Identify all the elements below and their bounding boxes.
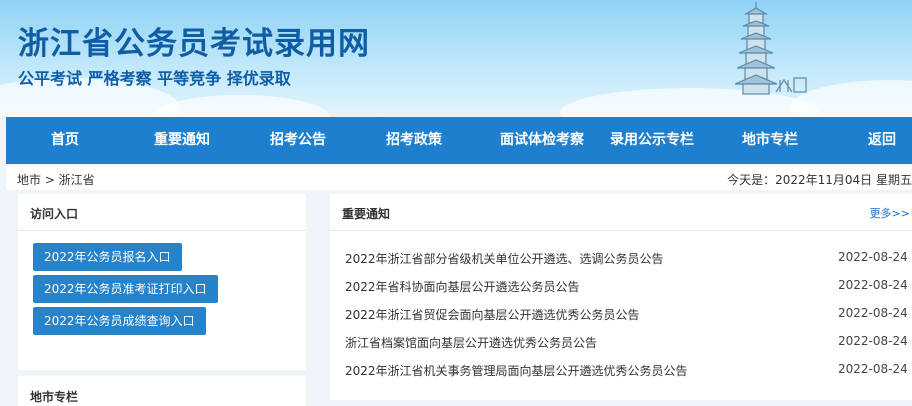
access-panel-title: 访问入口 — [30, 207, 79, 221]
breadcrumb-bar: 地市 > 浙江省 今天是：2022年11月04日 星期五 — [6, 166, 912, 190]
nav-item-interview[interactable]: 面试体检考察 — [472, 117, 612, 164]
notice-link[interactable]: 2022年浙江省贸促会面向基层公开遴选优秀公务员公告 — [345, 306, 640, 323]
site-slogan: 公平考试 严格考察 平等竞争 择优录取 — [18, 69, 291, 88]
site-title: 浙江省公务员考试录用网 — [18, 26, 370, 62]
list-item: 2022年省科协面向基层公开遴选公务员公告 2022-08-24 — [330, 272, 912, 300]
notice-date: 2022-08-24 — [838, 362, 908, 376]
notice-date: 2022-08-24 — [838, 278, 908, 292]
list-item: 浙江省档案馆面向基层公开遴选优秀公务员公告 2022-08-24 — [330, 328, 912, 356]
notice-link[interactable]: 浙江省档案馆面向基层公开遴选优秀公务员公告 — [345, 334, 597, 351]
access-panel: 访问入口 2022年公务员报名入口 2022年公务员准考证打印入口 2022年公… — [18, 194, 306, 370]
header-banner: 浙江省公务员考试录用网 公平考试 严格考察 平等竞争 择优录取 — [0, 0, 912, 117]
list-item: 2022年浙江省贸促会面向基层公开遴选优秀公务员公告 2022-08-24 — [330, 300, 912, 328]
admission-ticket-button[interactable]: 2022年公务员准考证打印入口 — [33, 275, 218, 303]
breadcrumb[interactable]: 地市 > 浙江省 — [17, 171, 95, 188]
nav-item-city[interactable]: 地市专栏 — [718, 117, 822, 164]
more-link[interactable]: 更多>> — [870, 205, 910, 221]
list-item: 2022年浙江省部分省级机关单位公开遴选、选调公务员公告 2022-08-24 — [330, 244, 912, 272]
list-item: 2022年浙江省机关事务管理局面向基层公开遴选优秀公务员公告 2022-08-2… — [330, 356, 912, 384]
notice-link[interactable]: 2022年浙江省机关事务管理局面向基层公开遴选优秀公务员公告 — [345, 362, 688, 379]
nav-item-notices[interactable]: 重要通知 — [124, 117, 240, 164]
nav-item-publicity[interactable]: 录用公示专栏 — [602, 117, 702, 164]
city-panel-title: 地市专栏 — [30, 390, 79, 404]
main-nav: 首页 重要通知 招考公告 招考政策 面试体检考察 录用公示专栏 地市专栏 返回 — [6, 117, 912, 164]
nav-item-policies[interactable]: 招考政策 — [356, 117, 472, 164]
notice-link[interactable]: 2022年省科协面向基层公开遴选公务员公告 — [345, 278, 580, 295]
nav-item-announcements[interactable]: 招考公告 — [240, 117, 356, 164]
cloud-decoration — [150, 95, 330, 117]
notices-panel-title: 重要通知 — [342, 207, 391, 221]
notice-date: 2022-08-24 — [838, 334, 908, 348]
register-entry-button[interactable]: 2022年公务员报名入口 — [33, 243, 182, 271]
current-date: 今天是：2022年11月04日 星期五 — [727, 173, 912, 187]
nav-item-back[interactable]: 返回 — [832, 117, 912, 164]
nav-item-home[interactable]: 首页 — [6, 117, 124, 164]
notices-panel: 重要通知 更多>> 2022年浙江省部分省级机关单位公开遴选、选调公务员公告 2… — [330, 194, 912, 400]
notices-panel-header: 重要通知 更多>> — [330, 194, 912, 231]
notice-link[interactable]: 2022年浙江省部分省级机关单位公开遴选、选调公务员公告 — [345, 250, 664, 267]
notice-date: 2022-08-24 — [838, 306, 908, 320]
access-panel-header: 访问入口 — [18, 194, 306, 231]
notice-date: 2022-08-24 — [838, 250, 908, 264]
pagoda-icon — [734, 2, 807, 95]
score-query-button[interactable]: 2022年公务员成绩查询入口 — [33, 307, 206, 335]
